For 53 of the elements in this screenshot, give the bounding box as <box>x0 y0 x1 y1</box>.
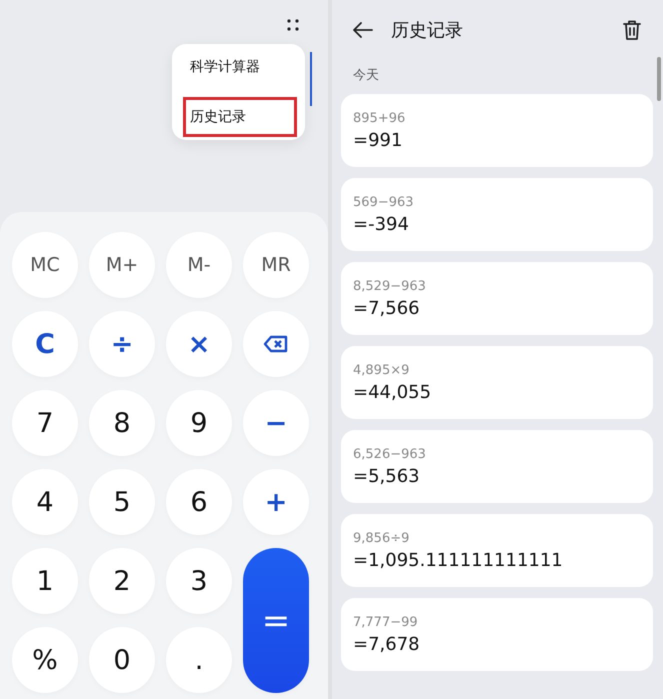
more-icon[interactable] <box>286 18 300 32</box>
result-text: =991 <box>353 130 404 150</box>
expression-text: 7,777−99 <box>353 614 419 630</box>
expression-text: 4,895×9 <box>353 362 410 378</box>
history-card[interactable]: 895+96 =991 <box>341 94 653 167</box>
digit-key[interactable]: 6 <box>166 469 232 535</box>
expression-text: 895+96 <box>353 110 406 126</box>
menu-item[interactable]: 历史记录 <box>183 97 297 137</box>
operator-key[interactable]: − <box>243 390 309 456</box>
digit-key[interactable]: . <box>166 627 232 693</box>
digit-key[interactable]: 5 <box>89 469 155 535</box>
digit-key[interactable]: 9 <box>166 390 232 456</box>
result-text: =-394 <box>353 214 410 234</box>
operator-key[interactable]: × <box>166 311 232 377</box>
backspace-icon <box>263 335 289 353</box>
digit-key[interactable]: 4 <box>12 469 78 535</box>
expression-text: 569−963 <box>353 194 415 210</box>
history-card[interactable]: 8,529−963 =7,566 <box>341 262 653 335</box>
operator-key[interactable]: + <box>243 469 309 535</box>
result-text: =1,095.111111111111 <box>353 550 564 570</box>
digit-key[interactable]: 0 <box>89 627 155 693</box>
operator-key[interactable]: ÷ <box>89 311 155 377</box>
expression-text: 8,529−963 <box>353 278 427 294</box>
page-title: 历史记录 <box>391 19 463 42</box>
expression-text: 6,526−963 <box>353 446 427 462</box>
digit-key[interactable]: 7 <box>12 390 78 456</box>
memory-key[interactable]: M- <box>166 232 232 298</box>
memory-key[interactable]: MC <box>12 232 78 298</box>
equals-key[interactable]: = <box>243 548 309 693</box>
digit-key[interactable]: 2 <box>89 548 155 614</box>
history-card[interactable]: 7,777−99 =7,678 <box>341 598 653 671</box>
digit-key[interactable]: 1 <box>12 548 78 614</box>
result-text: =7,566 <box>353 298 421 318</box>
result-text: =5,563 <box>353 466 421 486</box>
back-arrow-icon[interactable] <box>352 21 374 39</box>
memory-key[interactable]: MR <box>243 232 309 298</box>
expression-text: 9,856÷9 <box>353 530 410 546</box>
history-card[interactable]: 569−963 =-394 <box>341 178 653 251</box>
section-label: 今天 <box>352 67 380 85</box>
history-card[interactable]: 6,526−963 =5,563 <box>341 430 653 503</box>
memory-key[interactable]: M+ <box>89 232 155 298</box>
operator-key[interactable]: C <box>12 311 78 377</box>
delete-icon[interactable] <box>622 19 642 41</box>
digit-key[interactable]: % <box>12 627 78 693</box>
digit-key[interactable]: 3 <box>166 548 232 614</box>
scroll-indicator <box>310 52 312 106</box>
history-card[interactable]: 4,895×9 =44,055 <box>341 346 653 419</box>
digit-key[interactable]: 8 <box>89 390 155 456</box>
scrollbar <box>657 57 661 101</box>
result-text: =7,678 <box>353 634 421 654</box>
menu-item[interactable]: 科学计算器 <box>183 47 297 87</box>
result-text: =44,055 <box>353 382 432 402</box>
history-card[interactable]: 9,856÷9 =1,095.111111111111 <box>341 514 653 587</box>
